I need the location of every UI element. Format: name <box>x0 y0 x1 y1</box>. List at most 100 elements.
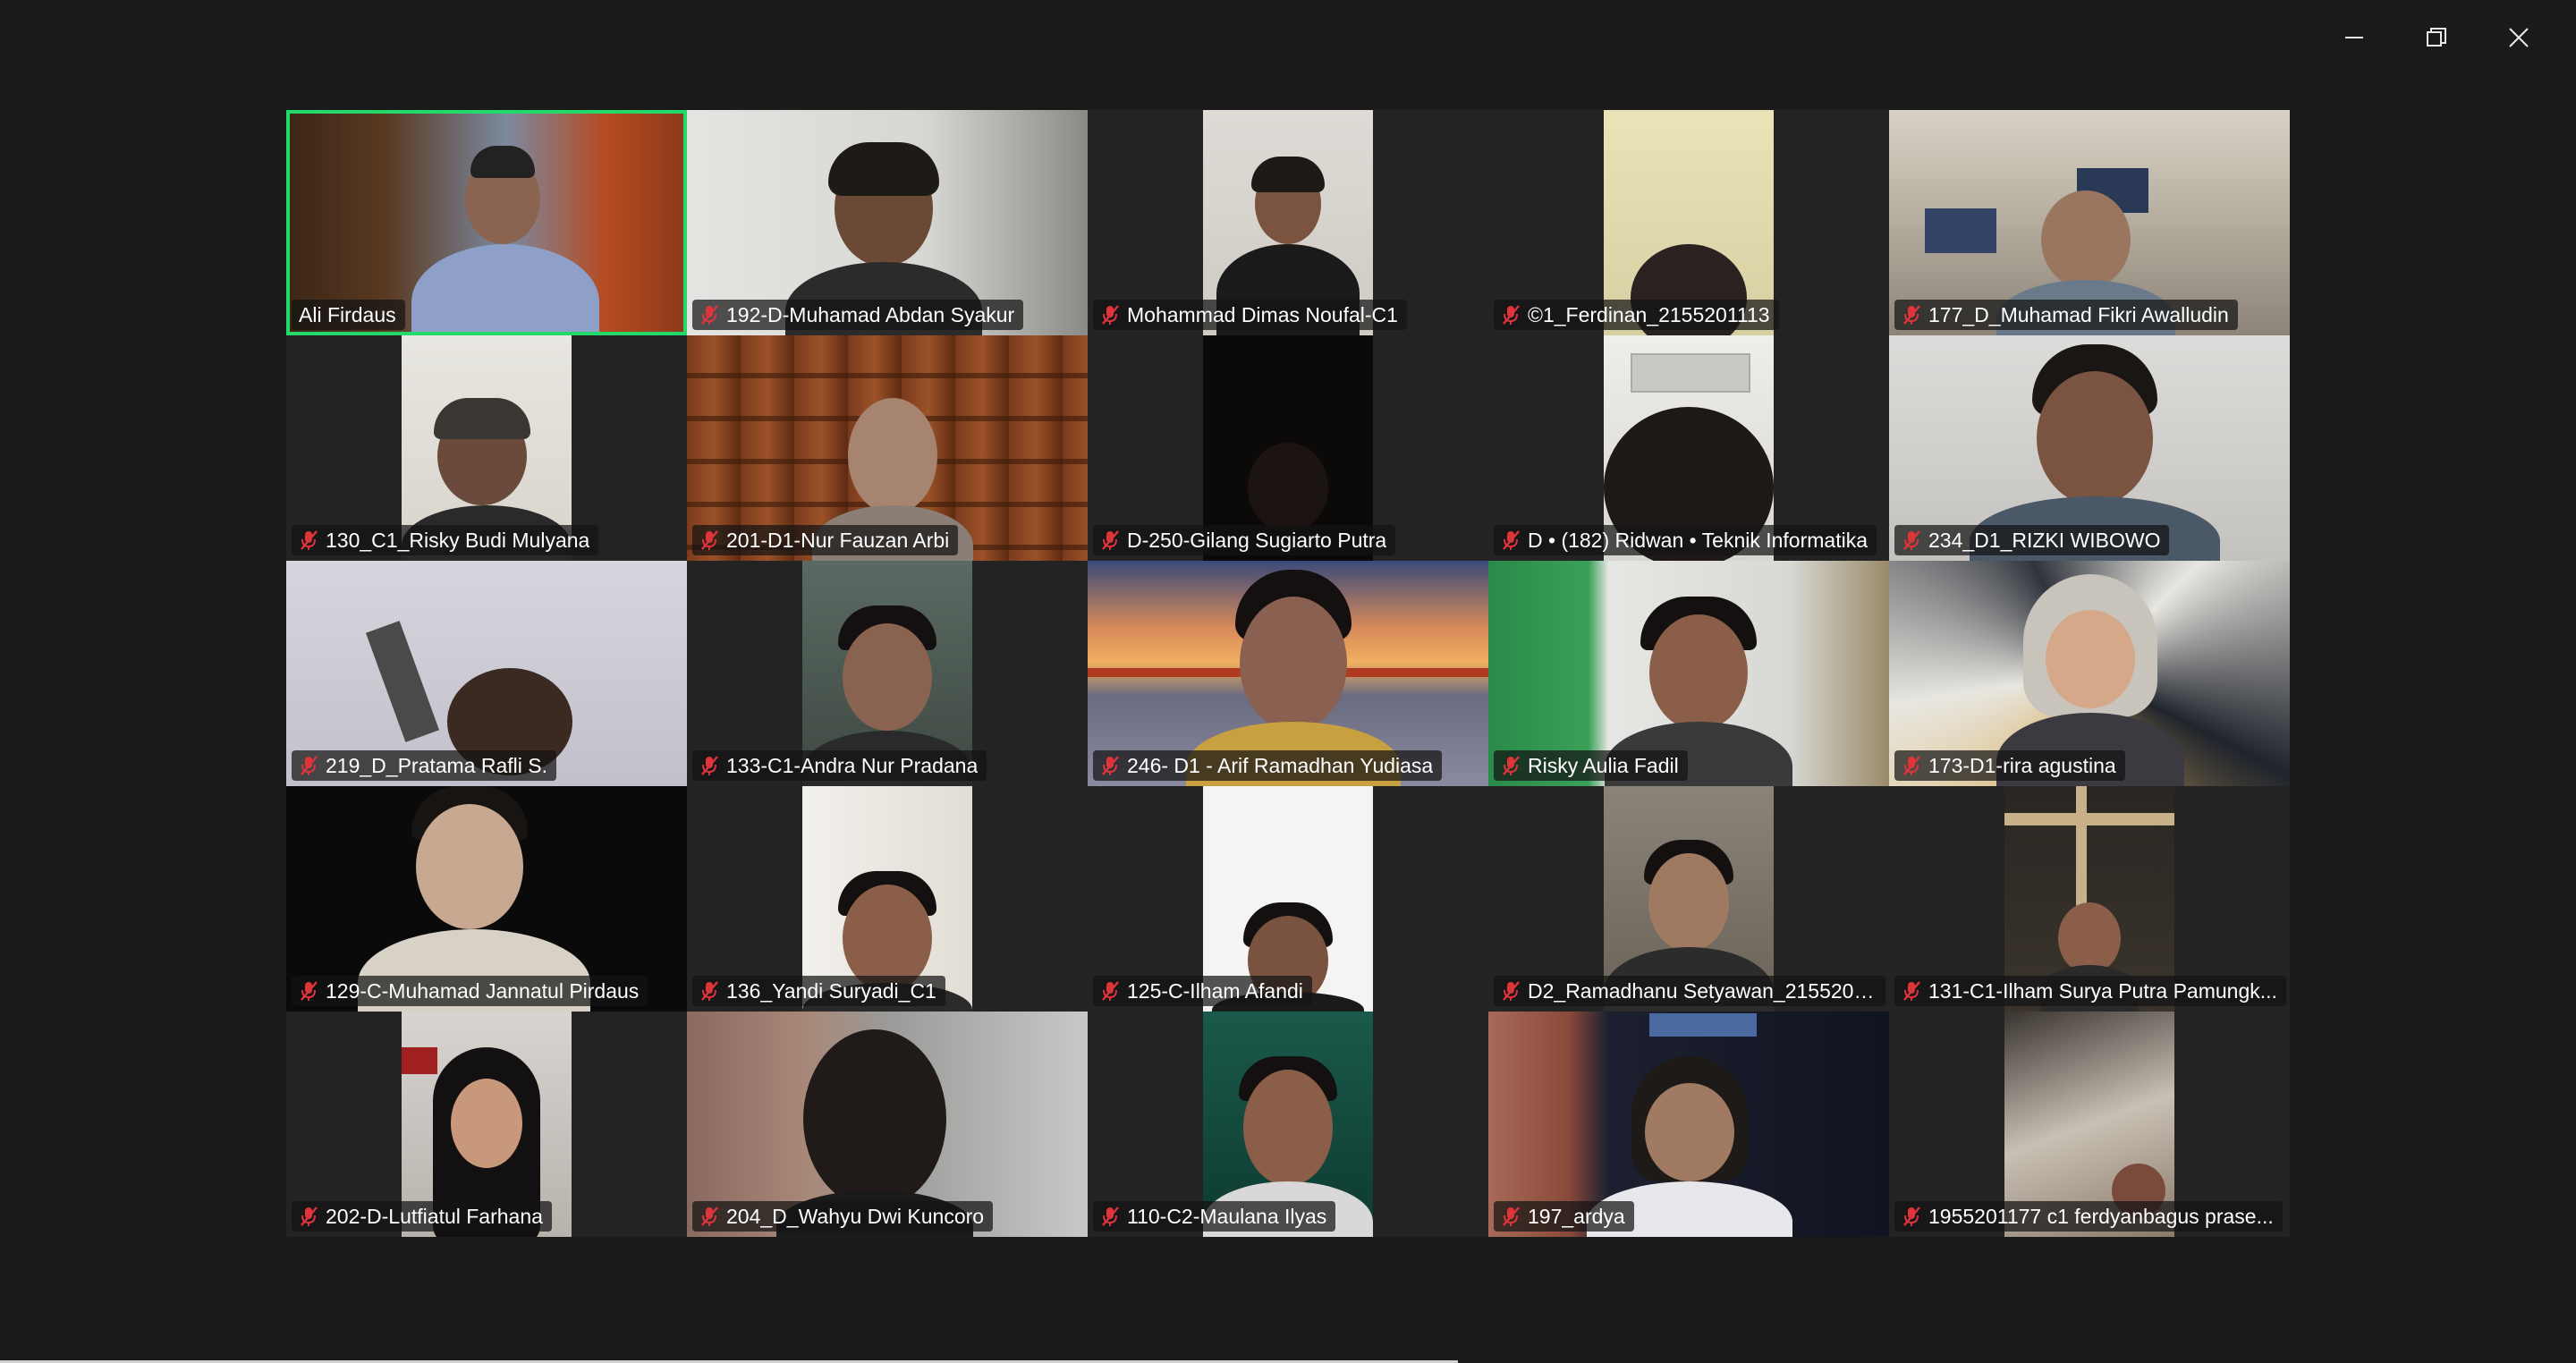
participant-name: Mohammad Dimas Noufal-C1 <box>1127 303 1398 326</box>
participant-name-label: 234_D1_RIZKI WIBOWO <box>1894 525 2170 555</box>
participant-tile[interactable]: 246- D1 - Arif Ramadhan Yudiasa <box>1088 561 1488 786</box>
microphone-muted-icon <box>1903 1206 1920 1226</box>
microphone-muted-icon <box>301 756 318 775</box>
microphone-muted-icon <box>701 756 718 775</box>
participant-tile[interactable]: Ali Firdaus <box>286 110 687 335</box>
microphone-muted-icon <box>301 981 318 1001</box>
participant-tile[interactable]: 192-D-Muhamad Abdan Syakur <box>687 110 1088 335</box>
microphone-muted-icon <box>1503 756 1520 775</box>
participant-name: 234_D1_RIZKI WIBOWO <box>1928 529 2161 552</box>
microphone-muted-icon <box>1102 981 1119 1001</box>
participant-name-label: Risky Aulia Fadil <box>1494 750 1688 781</box>
participant-tile[interactable]: 173-D1-rira agustina <box>1889 561 2290 786</box>
participant-tile[interactable]: 204_D_Wahyu Dwi Kuncoro <box>687 1012 1088 1237</box>
microphone-muted-icon <box>1102 305 1119 325</box>
participant-name-label: 219_D_Pratama Rafli S. <box>292 750 557 781</box>
participant-name-label: 129-C-Muhamad Jannatul Pirdaus <box>292 976 648 1006</box>
microphone-muted-icon <box>701 530 718 550</box>
participant-name-label: 177_D_Muhamad Fikri Awalludin <box>1894 300 2238 330</box>
participant-name-label: D • (182) Ridwan • Teknik Informatika <box>1494 525 1877 555</box>
participant-tile[interactable]: 1955201177 c1 ferdyanbagus prase... <box>1889 1012 2290 1237</box>
participant-name-label: 131-C1-Ilham Surya Putra Pamungk... <box>1894 976 2286 1006</box>
gallery-view-grid: Ali Firdaus 192-D-Muhamad Abdan Syakur M… <box>286 110 2290 1237</box>
participant-tile[interactable]: 177_D_Muhamad Fikri Awalludin <box>1889 110 2290 335</box>
zoom-meeting-window: Ali Firdaus 192-D-Muhamad Abdan Syakur M… <box>0 0 2576 1363</box>
participant-name-label: 133-C1-Andra Nur Pradana <box>692 750 987 781</box>
participant-tile[interactable]: 131-C1-Ilham Surya Putra Pamungk... <box>1889 786 2290 1012</box>
close-button[interactable] <box>2478 16 2560 59</box>
minimize-button[interactable] <box>2313 16 2395 59</box>
window-controls <box>2313 16 2560 59</box>
restore-icon <box>2427 28 2446 47</box>
participant-name: 129-C-Muhamad Jannatul Pirdaus <box>326 979 640 1003</box>
participant-name-label: 202-D-Lutfiatul Farhana <box>292 1201 552 1232</box>
participant-name: 173-D1-rira agustina <box>1928 754 2116 777</box>
participant-name: Ali Firdaus <box>299 303 396 326</box>
participant-tile[interactable]: 234_D1_RIZKI WIBOWO <box>1889 335 2290 561</box>
participant-tile[interactable]: 136_Yandi Suryadi_C1 <box>687 786 1088 1012</box>
microphone-muted-icon <box>1102 756 1119 775</box>
participant-name: 125-C-Ilham Afandi <box>1127 979 1303 1003</box>
participant-name-label: ©1_Ferdinan_2155201113 <box>1494 300 1779 330</box>
microphone-muted-icon <box>701 981 718 1001</box>
microphone-muted-icon <box>701 305 718 325</box>
participant-tile[interactable]: 197_ardya <box>1488 1012 1889 1237</box>
participant-name-label: Mohammad Dimas Noufal-C1 <box>1093 300 1407 330</box>
participant-tile[interactable]: 202-D-Lutfiatul Farhana <box>286 1012 687 1237</box>
participant-tile[interactable]: Mohammad Dimas Noufal-C1 <box>1088 110 1488 335</box>
microphone-muted-icon <box>1903 530 1920 550</box>
participant-name-label: 192-D-Muhamad Abdan Syakur <box>692 300 1024 330</box>
microphone-muted-icon <box>1503 1206 1520 1226</box>
participant-tile[interactable]: 201-D1-Nur Fauzan Arbi <box>687 335 1088 561</box>
microphone-muted-icon <box>1102 1206 1119 1226</box>
participant-name: 246- D1 - Arif Ramadhan Yudiasa <box>1127 754 1434 777</box>
participant-name: 136_Yandi Suryadi_C1 <box>726 979 936 1003</box>
participant-tile[interactable]: D • (182) Ridwan • Teknik Informatika <box>1488 335 1889 561</box>
participant-tile[interactable]: 219_D_Pratama Rafli S. <box>286 561 687 786</box>
microphone-muted-icon <box>1903 756 1920 775</box>
participant-tile[interactable]: D2_Ramadhanu Setyawan_2155201... <box>1488 786 1889 1012</box>
participant-tile[interactable]: 125-C-Ilham Afandi <box>1088 786 1488 1012</box>
participant-name: 1955201177 c1 ferdyanbagus prase... <box>1928 1205 2274 1228</box>
participant-name-label: 1955201177 c1 ferdyanbagus prase... <box>1894 1201 2283 1232</box>
participant-name: D2_Ramadhanu Setyawan_2155201... <box>1528 979 1877 1003</box>
minimize-icon <box>2345 37 2363 38</box>
participant-tile[interactable]: 110-C2-Maulana Ilyas <box>1088 1012 1488 1237</box>
participant-name: 130_C1_Risky Budi Mulyana <box>326 529 590 552</box>
participant-tile[interactable]: 129-C-Muhamad Jannatul Pirdaus <box>286 786 687 1012</box>
restore-button[interactable] <box>2395 16 2478 59</box>
microphone-muted-icon <box>1503 981 1520 1001</box>
participant-name-label: 173-D1-rira agustina <box>1894 750 2125 781</box>
close-icon <box>2509 28 2529 47</box>
participant-tile[interactable]: D-250-Gilang Sugiarto Putra <box>1088 335 1488 561</box>
participant-name-label: 201-D1-Nur Fauzan Arbi <box>692 525 959 555</box>
participant-name-label: D-250-Gilang Sugiarto Putra <box>1093 525 1396 555</box>
microphone-muted-icon <box>1503 305 1520 325</box>
microphone-muted-icon <box>701 1206 718 1226</box>
participant-name: D-250-Gilang Sugiarto Putra <box>1127 529 1387 552</box>
participant-name-label: 110-C2-Maulana Ilyas <box>1093 1201 1336 1232</box>
participant-tile[interactable]: 133-C1-Andra Nur Pradana <box>687 561 1088 786</box>
participant-name: 201-D1-Nur Fauzan Arbi <box>726 529 950 552</box>
microphone-muted-icon <box>1102 530 1119 550</box>
participant-name: 192-D-Muhamad Abdan Syakur <box>726 303 1015 326</box>
participant-tile[interactable]: ©1_Ferdinan_2155201113 <box>1488 110 1889 335</box>
participant-name: 133-C1-Andra Nur Pradana <box>726 754 979 777</box>
microphone-muted-icon <box>1903 981 1920 1001</box>
participant-name-label: 136_Yandi Suryadi_C1 <box>692 976 945 1006</box>
microphone-muted-icon <box>1903 305 1920 325</box>
participant-tile[interactable]: Risky Aulia Fadil <box>1488 561 1889 786</box>
participant-name: 131-C1-Ilham Surya Putra Pamungk... <box>1928 979 2277 1003</box>
participant-name: ©1_Ferdinan_2155201113 <box>1528 303 1770 326</box>
participant-name: 202-D-Lutfiatul Farhana <box>326 1205 543 1228</box>
participant-name-label: 246- D1 - Arif Ramadhan Yudiasa <box>1093 750 1443 781</box>
microphone-muted-icon <box>1503 530 1520 550</box>
participant-name-label: 204_D_Wahyu Dwi Kuncoro <box>692 1201 994 1232</box>
participant-name: 110-C2-Maulana Ilyas <box>1127 1205 1327 1228</box>
participant-name: 219_D_Pratama Rafli S. <box>326 754 548 777</box>
participant-name: Risky Aulia Fadil <box>1528 754 1679 777</box>
participant-name: D • (182) Ridwan • Teknik Informatika <box>1528 529 1868 552</box>
participant-tile[interactable]: 130_C1_Risky Budi Mulyana <box>286 335 687 561</box>
participant-name-label: D2_Ramadhanu Setyawan_2155201... <box>1494 976 1885 1006</box>
participant-name: 197_ardya <box>1528 1205 1625 1228</box>
